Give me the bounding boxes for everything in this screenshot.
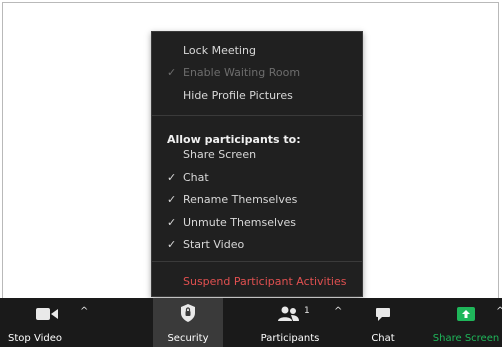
menu-item-label: Start Video: [183, 238, 245, 251]
participants-label: Participants: [260, 333, 320, 344]
menu-item-share-screen[interactable]: Share Screen: [152, 144, 362, 166]
menu-item-label: Hide Profile Pictures: [183, 89, 293, 102]
share-screen-label: Share Screen: [432, 333, 500, 344]
security-button[interactable]: Security: [153, 298, 223, 347]
participants-button[interactable]: 1 Participants: [254, 298, 326, 347]
participants-options-caret-icon[interactable]: ^: [334, 306, 342, 317]
menu-item-label: Unmute Themselves: [183, 216, 297, 229]
share-screen-options-caret-icon[interactable]: ^: [496, 306, 502, 317]
menu-item-label: Chat: [183, 171, 209, 184]
video-options-caret-icon[interactable]: ^: [80, 306, 88, 317]
menu-item-start-video[interactable]: ✓ Start Video: [152, 234, 362, 256]
stop-video-button[interactable]: Stop Video: [0, 298, 70, 347]
chat-button[interactable]: Chat: [360, 298, 406, 347]
menu-item-label: Rename Themselves: [183, 193, 298, 206]
menu-item-label: Suspend Participant Activities: [183, 275, 347, 288]
checkmark-icon: ✓: [167, 193, 177, 206]
share-screen-icon: [457, 307, 475, 321]
stop-video-label: Stop Video: [8, 333, 62, 344]
checkmark-icon: ✓: [167, 171, 177, 184]
menu-item-suspend-participant-activities[interactable]: Suspend Participant Activities: [152, 271, 362, 293]
menu-item-chat[interactable]: ✓ Chat: [152, 167, 362, 189]
menu-item-hide-profile-pictures[interactable]: Hide Profile Pictures: [152, 85, 362, 107]
menu-item-enable-waiting-room: ✓ Enable Waiting Room: [152, 62, 362, 84]
participants-icon: [278, 306, 299, 321]
video-camera-icon: [36, 308, 58, 320]
menu-item-unmute-themselves[interactable]: ✓ Unmute Themselves: [152, 212, 362, 234]
checkmark-icon: ✓: [167, 66, 177, 79]
checkmark-icon: ✓: [167, 238, 177, 251]
chat-label: Chat: [371, 333, 395, 344]
checkmark-icon: ✓: [167, 216, 177, 229]
shield-icon: [181, 304, 195, 322]
security-label: Security: [167, 333, 209, 344]
participants-count-badge: 1: [304, 306, 310, 316]
menu-separator: [152, 115, 362, 116]
menu-item-label: Lock Meeting: [183, 44, 256, 57]
menu-item-lock-meeting[interactable]: Lock Meeting: [152, 40, 362, 62]
menu-separator: [152, 261, 362, 262]
share-screen-button[interactable]: Share Screen: [430, 298, 502, 347]
meeting-toolbar: Stop Video ^ Security 1 Participants ^ C…: [0, 298, 502, 347]
menu-item-rename-themselves[interactable]: ✓ Rename Themselves: [152, 189, 362, 211]
menu-item-label: Enable Waiting Room: [183, 66, 301, 79]
menu-item-label: Share Screen: [183, 148, 257, 161]
security-menu: Lock Meeting ✓ Enable Waiting Room Hide …: [151, 31, 363, 297]
chat-bubble-icon: [376, 308, 390, 321]
